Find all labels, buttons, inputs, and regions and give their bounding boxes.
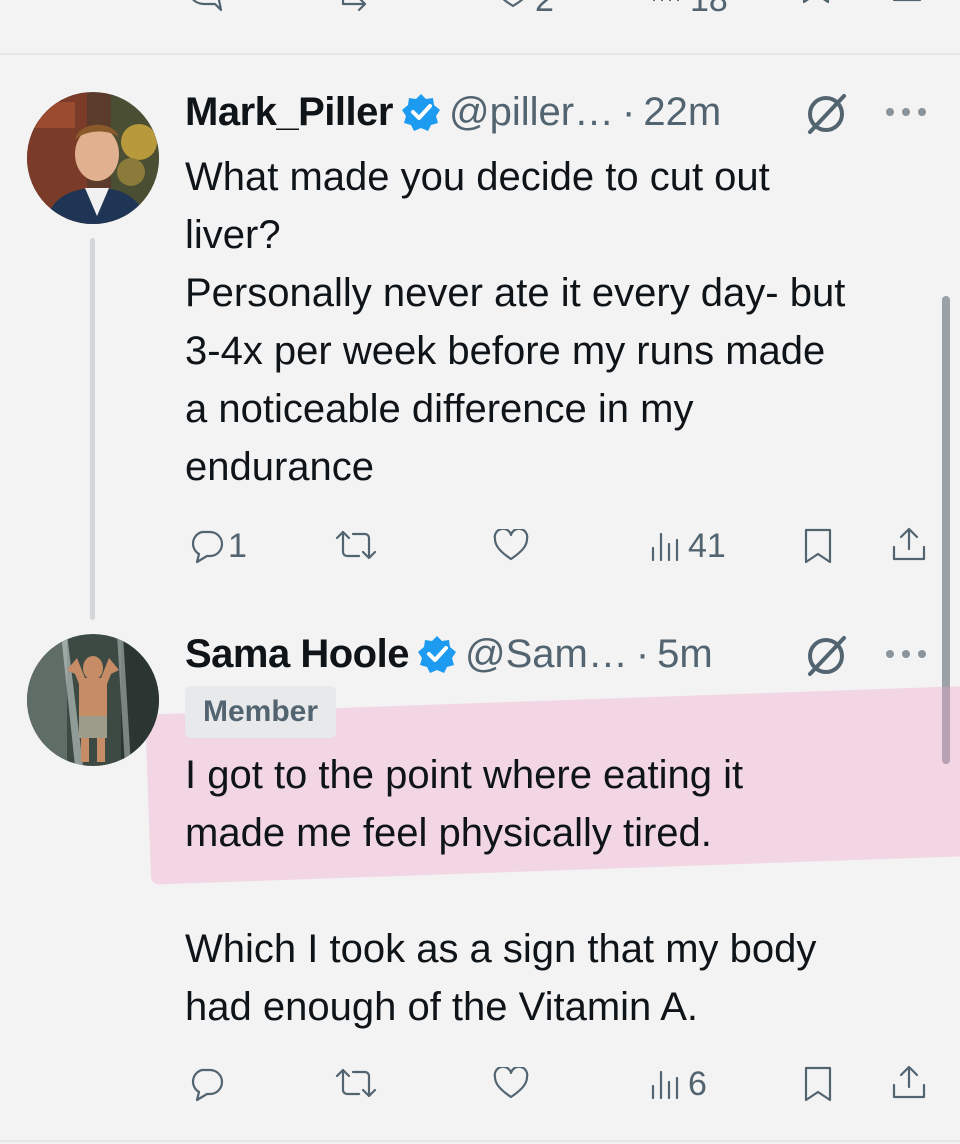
views-count: 18	[690, 0, 728, 19]
like-icon[interactable]	[493, 1067, 529, 1099]
reply-icon[interactable]	[185, 0, 225, 16]
reply-icon[interactable]	[187, 528, 225, 564]
views-icon[interactable]	[650, 0, 684, 16]
bookmark-icon[interactable]	[802, 527, 834, 565]
bookmark-icon[interactable]	[802, 1065, 834, 1103]
views-count: 6	[688, 1065, 707, 1103]
views-count: 41	[688, 527, 726, 565]
tweet-text: What made you decide to cut out liver? P…	[185, 155, 846, 489]
grok-icon[interactable]	[804, 634, 850, 678]
share-icon[interactable]	[890, 525, 928, 563]
author-handle[interactable]: @piller…	[449, 90, 614, 135]
avatar-photo	[27, 634, 159, 766]
views-icon[interactable]	[649, 528, 683, 562]
share-icon[interactable]	[890, 0, 924, 18]
avatar[interactable]	[27, 634, 159, 766]
share-icon[interactable]	[890, 1063, 928, 1101]
avatar-photo	[27, 92, 159, 224]
reply-icon[interactable]	[187, 1066, 225, 1102]
tweet-divider	[0, 1140, 960, 1142]
thread-connector	[90, 238, 95, 620]
tweet-header: Sama Hoole @Sam… · 5m	[185, 630, 713, 678]
author-name[interactable]: Sama Hoole	[185, 632, 409, 677]
author-handle[interactable]: @Sam…	[465, 632, 628, 677]
more-options-icon[interactable]	[884, 648, 928, 660]
grok-icon[interactable]	[804, 92, 850, 136]
like-icon[interactable]	[493, 529, 529, 561]
verified-badge-icon	[401, 94, 440, 131]
like-icon[interactable]	[495, 0, 531, 16]
tweet-header: Mark_Piller @piller… · 22m	[185, 88, 721, 136]
tweet-divider	[0, 53, 960, 55]
separator-dot: ·	[635, 631, 650, 676]
avatar[interactable]	[27, 92, 159, 224]
retweet-icon[interactable]	[335, 0, 379, 16]
more-options-icon[interactable]	[884, 106, 928, 118]
retweet-icon[interactable]	[333, 528, 379, 562]
bookmark-icon[interactable]	[800, 0, 832, 18]
timestamp[interactable]: 22m	[643, 90, 721, 135]
timestamp[interactable]: 5m	[657, 632, 713, 677]
reply-count: 1	[228, 527, 247, 565]
like-count: 2	[535, 0, 554, 19]
tweet-text: I got to the point where eating it made …	[185, 753, 817, 1029]
separator-dot: ·	[622, 89, 636, 134]
retweet-icon[interactable]	[333, 1066, 379, 1100]
author-name[interactable]: Mark_Piller	[185, 90, 393, 135]
verified-badge-icon	[417, 636, 456, 673]
views-icon[interactable]	[649, 1066, 683, 1100]
member-badge[interactable]: Member	[185, 686, 337, 738]
